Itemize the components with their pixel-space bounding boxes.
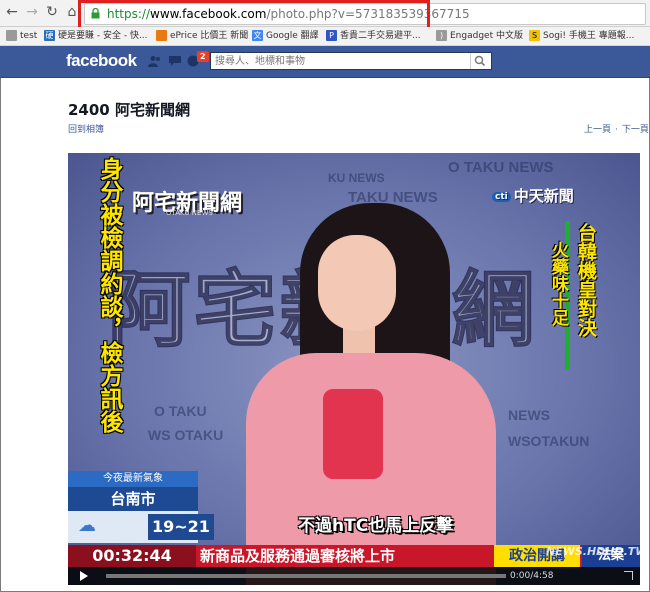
bg-word: O TAKU NEWS — [448, 159, 554, 176]
video-player[interactable]: TAKU NEWS O TAKU NEWS KU NEWS WS OTAKU N… — [68, 153, 640, 585]
s-icon: S — [529, 30, 540, 41]
pager-separator: · — [615, 125, 618, 135]
back-to-album-link[interactable]: 回到相簿 — [68, 122, 104, 135]
pager: 上一頁 · 下一頁 — [580, 122, 649, 135]
anchor-face — [318, 235, 396, 331]
bg-word: KU NEWS — [328, 171, 385, 185]
bookmark-item[interactable]: S Sogi! 手機王 專題報... — [529, 29, 634, 43]
watermark: NEWS.HDHD.TW — [546, 545, 640, 558]
bg-word: NEWS — [508, 407, 550, 423]
bg-word: WS OTAKU — [148, 427, 224, 443]
video-controls: 0:00/4:58 — [68, 567, 640, 585]
browser-toolbar: ← → ↻ ⌂ https://www.facebook.com/photo.p… — [0, 0, 650, 30]
bookmark-item[interactable]: 硬硬是要賺 - 安全 - 快... — [44, 29, 148, 43]
site-icon: P — [326, 30, 337, 41]
facebook-header: facebook 2 搜尋人、地標和事物 — [0, 46, 650, 78]
bookmark-item[interactable]: P 香貴二手交易避平... — [326, 29, 421, 43]
bg-word: O TAKU — [154, 403, 207, 419]
cti-mark: cti — [492, 191, 511, 202]
site-icon — [156, 30, 167, 41]
reload-icon[interactable]: ↻ — [44, 4, 60, 20]
doc-icon — [6, 30, 17, 41]
right-caption-1: 台韓機皇對決 — [575, 223, 597, 337]
notification-badge: 2 — [197, 51, 209, 62]
messages-icon[interactable] — [168, 55, 182, 67]
bookmark-item[interactable]: test — [6, 29, 37, 43]
ticker-clock: 00:32:44 — [68, 545, 196, 567]
page-title: 2400 阿宅新聞網 — [68, 101, 190, 119]
back-arrow-icon[interactable]: ← — [4, 4, 20, 20]
site-icon: 硬 — [44, 30, 55, 41]
play-icon[interactable] — [80, 571, 88, 581]
anchor-top — [323, 389, 383, 479]
search-icon — [474, 55, 486, 67]
search-button[interactable] — [470, 53, 491, 69]
feed-icon: ) — [436, 30, 447, 41]
search-input[interactable]: 搜尋人、地標和事物 — [210, 52, 492, 70]
weather-title: 今夜最新氣象 — [68, 471, 198, 487]
video-subtitle: 不過hTC也馬上反擊 — [298, 516, 454, 536]
prev-link[interactable]: 上一頁 — [584, 125, 611, 135]
weather-temp: 19~21 — [148, 514, 214, 540]
progress-track[interactable] — [106, 574, 506, 578]
show-logo-sub: OTAKU NEWS — [166, 209, 213, 217]
next-link[interactable]: 下一頁 — [622, 125, 649, 135]
cloud-rain-icon: ☁ — [78, 515, 96, 536]
url-highlight-box — [78, 0, 430, 30]
left-vertical-caption: 身分被檢調約談，檢方訊後 — [96, 157, 122, 433]
translate-icon: 文 — [252, 30, 263, 41]
friends-icon[interactable] — [148, 55, 162, 67]
bookmark-item[interactable]: 文 Google 翻譯 — [252, 29, 319, 43]
bg-word: WSOTAKUN — [508, 433, 590, 449]
weather-panel: ☁ 19~21 — [68, 511, 214, 543]
fullscreen-icon[interactable] — [624, 571, 633, 580]
bookmarks-bar: test 硬硬是要賺 - 安全 - 快... ePrice 比價王 新聞 文 Go… — [0, 27, 650, 46]
right-caption-2: 火藥味十足 — [548, 241, 568, 326]
weather-city: 台南市 — [68, 487, 198, 511]
forward-arrow-icon[interactable]: → — [24, 4, 40, 20]
bookmark-item[interactable]: ) Engadget 中文版 — [436, 29, 523, 43]
bookmark-item[interactable]: ePrice 比價王 新聞 — [156, 29, 248, 43]
facebook-logo[interactable]: facebook — [66, 51, 137, 71]
channel-logo: cti 中天新聞 — [492, 185, 574, 206]
time-display: 0:00/4:58 — [510, 571, 554, 581]
ticker-text: 新商品及服務通過審核將上市 — [200, 547, 396, 565]
